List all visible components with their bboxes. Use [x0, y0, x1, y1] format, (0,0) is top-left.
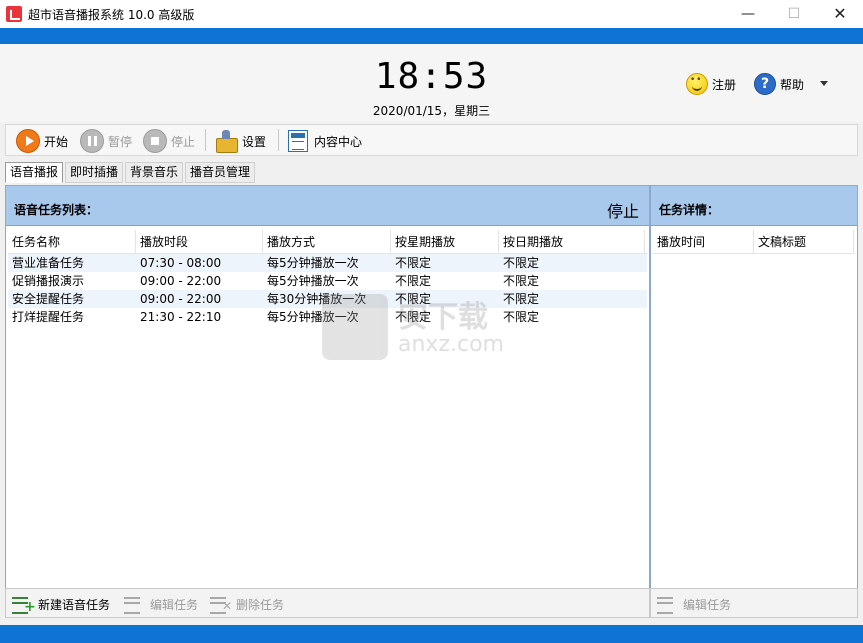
register-label: 注册: [712, 77, 737, 92]
close-button[interactable]: ✕: [817, 0, 863, 28]
table-row[interactable]: 促销播报演示 09:00 - 22:00 每5分钟播放一次 不限定 不限定: [8, 272, 647, 290]
toolbar-separator: [278, 129, 279, 151]
playback-status: 停止: [606, 202, 639, 221]
weekday-cell: 不限定: [395, 310, 432, 324]
task-list-panel: 语音任务列表： 停止 任务名称 播放时段 播放方式 按星期播放 按日期播放 营业…: [5, 185, 650, 618]
main-toolbar: 开始 暂停 停止 设置 内容中心: [5, 124, 858, 156]
add-list-icon: +: [12, 595, 36, 614]
document-icon: [288, 130, 308, 152]
clock-header: 18:53 2020/01/15，星期三 注册 ? 帮助: [0, 44, 863, 122]
start-button[interactable]: 开始: [16, 128, 68, 154]
table-body: 营业准备任务 07:30 - 08:00 每5分钟播放一次 不限定 不限定 促销…: [8, 254, 647, 326]
weekday-cell: 不限定: [395, 256, 432, 270]
task-table: 任务名称 播放时段 播放方式 按星期播放 按日期播放 营业准备任务 07:30 …: [8, 230, 647, 326]
task-actions-bar: + 新建语音任务 编辑任务 ✕ 删除任务: [5, 588, 650, 618]
chevron-down-icon[interactable]: [820, 81, 828, 86]
table-row[interactable]: 营业准备任务 07:30 - 08:00 每5分钟播放一次 不限定 不限定: [8, 254, 647, 272]
delete-task-label: 删除任务: [236, 597, 285, 612]
tab-announcer-management[interactable]: 播音员管理: [185, 162, 256, 183]
task-name-cell: 打烊提醒任务: [12, 310, 85, 324]
help-icon: ?: [754, 73, 776, 95]
delete-list-icon: ✕: [210, 595, 232, 614]
app-icon: [6, 6, 22, 22]
time-range-cell: 09:00 - 22:00: [140, 274, 222, 288]
detail-table: 播放时间 文稿标题: [653, 230, 855, 254]
detail-actions-bar: 编辑任务: [650, 588, 858, 618]
bottom-accent-band: [0, 625, 863, 643]
task-name-cell: 安全提醒任务: [12, 292, 85, 306]
maximize-button[interactable]: ☐: [771, 0, 817, 28]
top-accent-band: [0, 28, 863, 44]
play-mode-cell: 每5分钟播放一次: [267, 274, 359, 288]
help-label: 帮助: [780, 77, 805, 92]
time-range-cell: 21:30 - 22:10: [140, 310, 222, 324]
detail-edit-label: 编辑任务: [683, 597, 732, 612]
column-header[interactable]: 文稿标题: [754, 230, 854, 253]
date-cell: 不限定: [503, 310, 540, 324]
column-header[interactable]: 按星期播放: [391, 230, 499, 253]
play-mode-cell: 每5分钟播放一次: [267, 310, 359, 324]
edit-list-icon: [657, 595, 679, 614]
task-detail-header: 任务详情：: [651, 186, 857, 226]
play-mode-cell: 每5分钟播放一次: [267, 256, 359, 270]
stop-label: 停止: [171, 134, 196, 149]
task-name-cell: 营业准备任务: [12, 256, 85, 270]
column-header[interactable]: 播放方式: [263, 230, 391, 253]
settings-icon: [214, 129, 238, 153]
column-header[interactable]: 按日期播放: [499, 230, 645, 253]
date-cell: 不限定: [503, 292, 540, 306]
task-list-title: 语音任务列表：: [14, 203, 99, 217]
settings-button[interactable]: 设置: [214, 128, 266, 154]
stop-icon: [143, 129, 167, 153]
minimize-button[interactable]: —: [725, 0, 771, 28]
toolbar-separator: [205, 129, 206, 151]
edit-task-button[interactable]: 编辑任务: [124, 593, 198, 615]
edit-list-icon: [124, 595, 146, 614]
window-title: 超市语音播报系统 10.0 高级版: [28, 8, 195, 22]
settings-label: 设置: [242, 134, 267, 149]
task-name-cell: 促销播报演示: [12, 274, 85, 288]
tab-voice-broadcast[interactable]: 语音播报: [5, 162, 64, 183]
weekday-cell: 不限定: [395, 274, 432, 288]
column-header[interactable]: 播放时间: [653, 230, 754, 253]
register-link[interactable]: 注册: [686, 72, 736, 96]
tab-bar: 语音播报 即时插播 背景音乐 播音员管理: [5, 162, 257, 183]
date-cell: 不限定: [503, 274, 540, 288]
table-row[interactable]: 安全提醒任务 09:00 - 22:00 每30分钟播放一次 不限定 不限定: [8, 290, 647, 308]
delete-task-button[interactable]: ✕ 删除任务: [210, 593, 284, 615]
table-header: 播放时间 文稿标题: [653, 230, 855, 254]
new-voice-task-button[interactable]: + 新建语音任务: [12, 593, 110, 615]
stop-button[interactable]: 停止: [143, 128, 195, 154]
column-header[interactable]: 任务名称: [8, 230, 136, 253]
tab-background-music[interactable]: 背景音乐: [125, 162, 184, 183]
time-range-cell: 07:30 - 08:00: [140, 256, 222, 270]
pause-label: 暂停: [108, 134, 133, 149]
pause-button[interactable]: 暂停: [80, 128, 132, 154]
task-list-header: 语音任务列表： 停止: [6, 186, 649, 226]
help-link[interactable]: ? 帮助: [754, 72, 804, 96]
time-range-cell: 09:00 - 22:00: [140, 292, 222, 306]
table-row[interactable]: 打烊提醒任务 21:30 - 22:10 每5分钟播放一次 不限定 不限定: [8, 308, 647, 326]
edit-task-label: 编辑任务: [150, 597, 199, 612]
task-detail-title: 任务详情：: [659, 203, 720, 217]
start-label: 开始: [44, 134, 69, 149]
smiley-icon: [686, 73, 708, 95]
tab-instant-insert[interactable]: 即时插播: [65, 162, 124, 183]
play-mode-cell: 每30分钟播放一次: [267, 292, 367, 306]
title-bar: 超市语音播报系统 10.0 高级版 — ☐ ✕: [0, 0, 863, 28]
play-icon: [16, 129, 40, 153]
date-cell: 不限定: [503, 256, 540, 270]
edit-detail-button[interactable]: 编辑任务: [657, 593, 731, 615]
task-detail-panel: 任务详情： 播放时间 文稿标题: [650, 185, 858, 618]
column-header[interactable]: 播放时段: [136, 230, 263, 253]
table-header: 任务名称 播放时段 播放方式 按星期播放 按日期播放: [8, 230, 647, 254]
new-task-label: 新建语音任务: [38, 597, 111, 612]
weekday-cell: 不限定: [395, 292, 432, 306]
content-center-label: 内容中心: [314, 134, 363, 149]
date-display: 2020/01/15，星期三: [372, 104, 491, 118]
pause-icon: [80, 129, 104, 153]
content-center-button[interactable]: 内容中心: [288, 128, 362, 154]
